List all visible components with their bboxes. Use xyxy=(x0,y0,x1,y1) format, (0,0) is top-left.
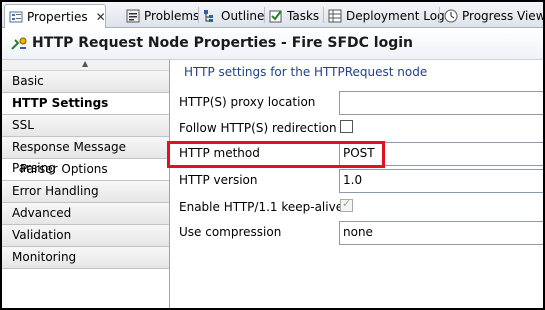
tab-label: Progress View xyxy=(462,8,543,23)
keep-alive-checkbox[interactable] xyxy=(340,197,353,212)
tab-separator xyxy=(439,7,440,23)
deployment-log-icon xyxy=(328,9,342,23)
tab-properties[interactable]: Properties ✕ xyxy=(4,4,106,28)
tab-bar: Properties ✕ Problems Outline Tasks Depl… xyxy=(2,2,543,28)
sidebar-item-response-message-parsing[interactable]: Response Message Parsing xyxy=(2,137,169,175)
sidebar-item-advanced[interactable]: Advanced xyxy=(2,203,169,225)
sidebar: ▲ Basic HTTP Settings SSL Response Messa… xyxy=(2,59,170,308)
tab-separator xyxy=(198,7,199,23)
sidebar-item-parser-options[interactable]: Parser Options xyxy=(2,159,169,181)
tab-separator xyxy=(323,7,324,23)
use-compression-field[interactable]: none xyxy=(339,221,543,245)
tab-deployment-log[interactable]: Deployment Log xyxy=(328,4,445,27)
chevron-up-icon: ▲ xyxy=(82,59,89,68)
problems-icon xyxy=(126,9,140,23)
scroll-up-button[interactable]: ▲ xyxy=(2,59,169,71)
sidebar-item-validation[interactable]: Validation xyxy=(2,225,169,247)
progress-view-icon xyxy=(444,9,458,23)
field-label: Follow HTTP(S) redirection xyxy=(179,121,337,135)
settings-panel: HTTP settings for the HTTPRequest node H… xyxy=(170,60,543,308)
tab-label: Problems xyxy=(144,8,200,23)
field-row: Follow HTTP(S) redirection xyxy=(170,117,543,141)
tab-progress-view[interactable]: Progress View xyxy=(444,4,543,27)
field-row: Use compression none xyxy=(170,221,543,245)
sidebar-item-ssl[interactable]: SSL xyxy=(2,115,169,137)
field-row: HTTP version 1.0 xyxy=(170,169,543,193)
http-request-node-icon xyxy=(10,36,28,52)
field-row: HTTP(S) proxy location xyxy=(170,91,543,115)
sidebar-item-monitoring[interactable]: Monitoring xyxy=(2,247,169,269)
tab-tasks[interactable]: Tasks xyxy=(269,4,319,27)
http-version-field[interactable]: 1.0 xyxy=(339,169,543,193)
tasks-icon xyxy=(269,9,283,23)
sidebar-item-basic[interactable]: Basic xyxy=(2,71,169,93)
tab-label: Outline xyxy=(221,8,265,23)
follow-redirection-checkbox[interactable] xyxy=(340,120,353,133)
close-icon[interactable]: ✕ xyxy=(96,10,106,24)
tab-outline[interactable]: Outline xyxy=(203,4,264,27)
sidebar-item-http-settings[interactable]: HTTP Settings xyxy=(2,93,169,115)
page-title: HTTP Request Node Properties - Fire SFDC… xyxy=(32,35,413,51)
tab-separator xyxy=(264,7,265,23)
field-row: Enable HTTP/1.1 keep-alive xyxy=(170,196,543,220)
tab-label: Deployment Log xyxy=(346,8,445,23)
properties-icon xyxy=(9,10,23,24)
section-description: HTTP settings for the HTTPRequest node xyxy=(184,65,428,79)
proxy-location-input[interactable] xyxy=(339,91,543,115)
tab-label: Tasks xyxy=(287,8,320,23)
highlight-box xyxy=(167,141,385,168)
tab-label: Properties xyxy=(27,9,88,24)
field-label: HTTP version xyxy=(179,173,258,187)
properties-view: Properties ✕ Problems Outline Tasks Depl… xyxy=(2,2,543,308)
field-value: none xyxy=(343,225,373,239)
tab-problems[interactable]: Problems xyxy=(126,4,199,27)
sidebar-item-error-handling[interactable]: Error Handling xyxy=(2,181,169,203)
field-label: HTTP(S) proxy location xyxy=(179,95,316,109)
field-label: Use compression xyxy=(179,225,282,239)
field-value: 1.0 xyxy=(343,173,363,187)
outline-icon xyxy=(203,9,217,23)
page-title-bar: HTTP Request Node Properties - Fire SFDC… xyxy=(2,29,543,60)
field-label: Enable HTTP/1.1 keep-alive xyxy=(179,200,344,214)
